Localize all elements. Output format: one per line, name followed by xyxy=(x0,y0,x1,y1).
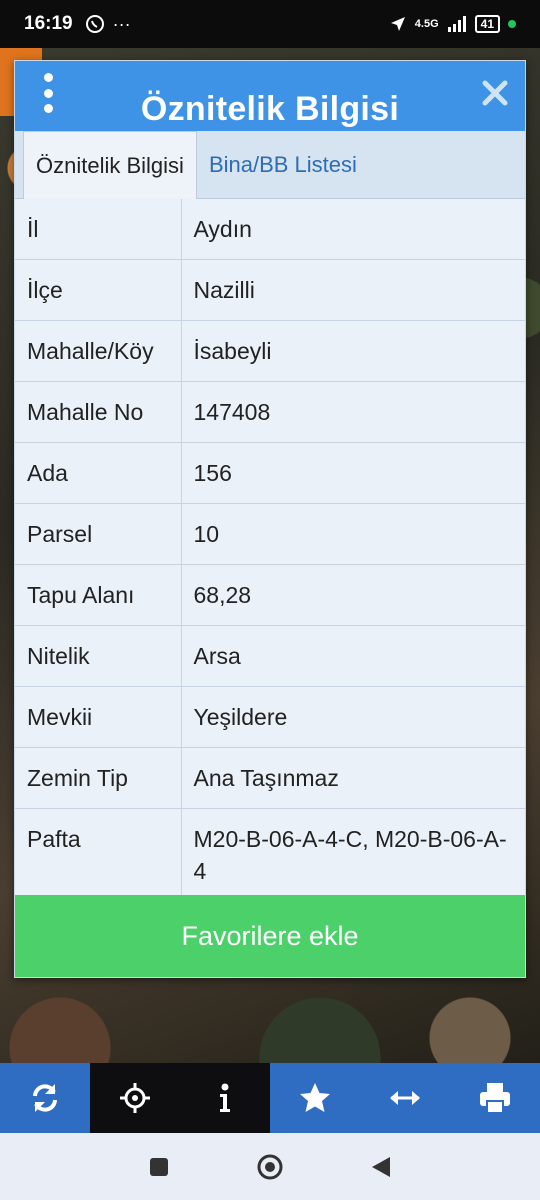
attribute-key: Pafta xyxy=(15,808,182,902)
tab-bar: Öznitelik Bilgisi Bina/BB Listesi xyxy=(15,131,525,199)
attribute-key: İl xyxy=(15,199,182,260)
add-to-favorites-button[interactable]: Favorilere ekle xyxy=(15,895,525,977)
attribute-key: Mahalle/Köy xyxy=(15,320,182,382)
table-row: Mahalle/Köy İsabeyli xyxy=(15,320,525,382)
signal-icon xyxy=(447,16,466,32)
table-row: Pafta M20-B-06-A-4-C, M20-B-06-A-4 xyxy=(15,808,525,902)
dialog-header: Öznitelik Bilgisi xyxy=(15,61,525,131)
table-row: Tapu Alanı 68,28 xyxy=(15,564,525,626)
dialog-title: Öznitelik Bilgisi xyxy=(140,90,400,128)
kebab-menu-icon[interactable] xyxy=(41,73,55,113)
home-button[interactable] xyxy=(256,1153,284,1181)
info-button[interactable] xyxy=(180,1063,270,1133)
table-row: İlçe Nazilli xyxy=(15,259,525,321)
square-recents-icon xyxy=(150,1157,168,1176)
more-notifications-icon: ··· xyxy=(112,13,131,34)
attribute-value: Ana Taşınmaz xyxy=(181,747,525,809)
status-bar: 16:19 ··· 4.5G 41 xyxy=(0,0,540,48)
attribute-value: Nazilli xyxy=(181,259,525,321)
attribute-value: 156 xyxy=(181,442,525,504)
attribute-table: İl Aydın İlçe Nazilli Mahalle/Köy İsabeyli Mah… xyxy=(15,199,525,902)
table-row: Parsel 10 xyxy=(15,503,525,565)
close-icon[interactable] xyxy=(481,79,509,107)
measure-arrows-icon xyxy=(390,1091,420,1105)
table-row: Ada 156 xyxy=(15,442,525,504)
favorites-button[interactable] xyxy=(270,1063,360,1133)
attribute-value: M20-B-06-A-4-C, M20-B-06-A-4 xyxy=(181,808,525,902)
attribute-value: Yeşildere xyxy=(181,686,525,748)
refresh-button[interactable] xyxy=(0,1063,90,1133)
location-arrow-icon xyxy=(390,17,405,31)
locate-button[interactable] xyxy=(90,1063,180,1133)
whatsapp-icon xyxy=(85,15,104,33)
table-row: Nitelik Arsa xyxy=(15,625,525,687)
measure-button[interactable] xyxy=(360,1063,450,1133)
attribute-value: Aydın xyxy=(181,199,525,260)
print-button[interactable] xyxy=(450,1063,540,1133)
attribute-value: 147408 xyxy=(181,381,525,443)
locate-crosshair-icon xyxy=(120,1083,150,1113)
network-type: 4.5G xyxy=(414,18,439,30)
attribute-key: Ada xyxy=(15,442,182,504)
back-button[interactable] xyxy=(370,1155,392,1179)
attribute-value: İsabeyli xyxy=(181,320,525,382)
attribute-key: Parsel xyxy=(15,503,182,565)
star-icon xyxy=(300,1083,330,1112)
attribute-key: Tapu Alanı xyxy=(15,564,182,626)
attribute-value: Arsa xyxy=(181,625,525,687)
attribute-key: Mevkii xyxy=(15,686,182,748)
attribute-key: Mahalle No xyxy=(15,381,182,443)
tab-building-list[interactable]: Bina/BB Listesi xyxy=(197,131,369,198)
triangle-back-icon xyxy=(372,1156,390,1177)
table-row: Zemin Tip Ana Taşınmaz xyxy=(15,747,525,809)
system-navigation-bar xyxy=(0,1133,540,1200)
status-time: 16:19 xyxy=(24,13,73,34)
refresh-icon xyxy=(33,1084,57,1112)
table-row: Mevkii Yeşildere xyxy=(15,686,525,748)
table-row: İl Aydın xyxy=(15,199,525,260)
attribute-info-dialog: Öznitelik Bilgisi Öznitelik Bilgisi Bina… xyxy=(14,60,526,978)
attribute-key: İlçe xyxy=(15,259,182,321)
privacy-indicator-dot xyxy=(508,20,516,28)
tab-attribute-info[interactable]: Öznitelik Bilgisi xyxy=(23,131,197,199)
bottom-toolbar xyxy=(0,1063,540,1133)
circle-home-icon xyxy=(257,1154,283,1179)
attribute-key: Nitelik xyxy=(15,625,182,687)
print-icon xyxy=(480,1083,510,1114)
table-row: Mahalle No 147408 xyxy=(15,381,525,443)
attribute-value: 68,28 xyxy=(181,564,525,626)
battery-icon: 41 xyxy=(474,15,500,33)
info-icon xyxy=(220,1083,230,1112)
attribute-value: 10 xyxy=(181,503,525,565)
recents-button[interactable] xyxy=(148,1156,170,1178)
attribute-key: Zemin Tip xyxy=(15,747,182,809)
